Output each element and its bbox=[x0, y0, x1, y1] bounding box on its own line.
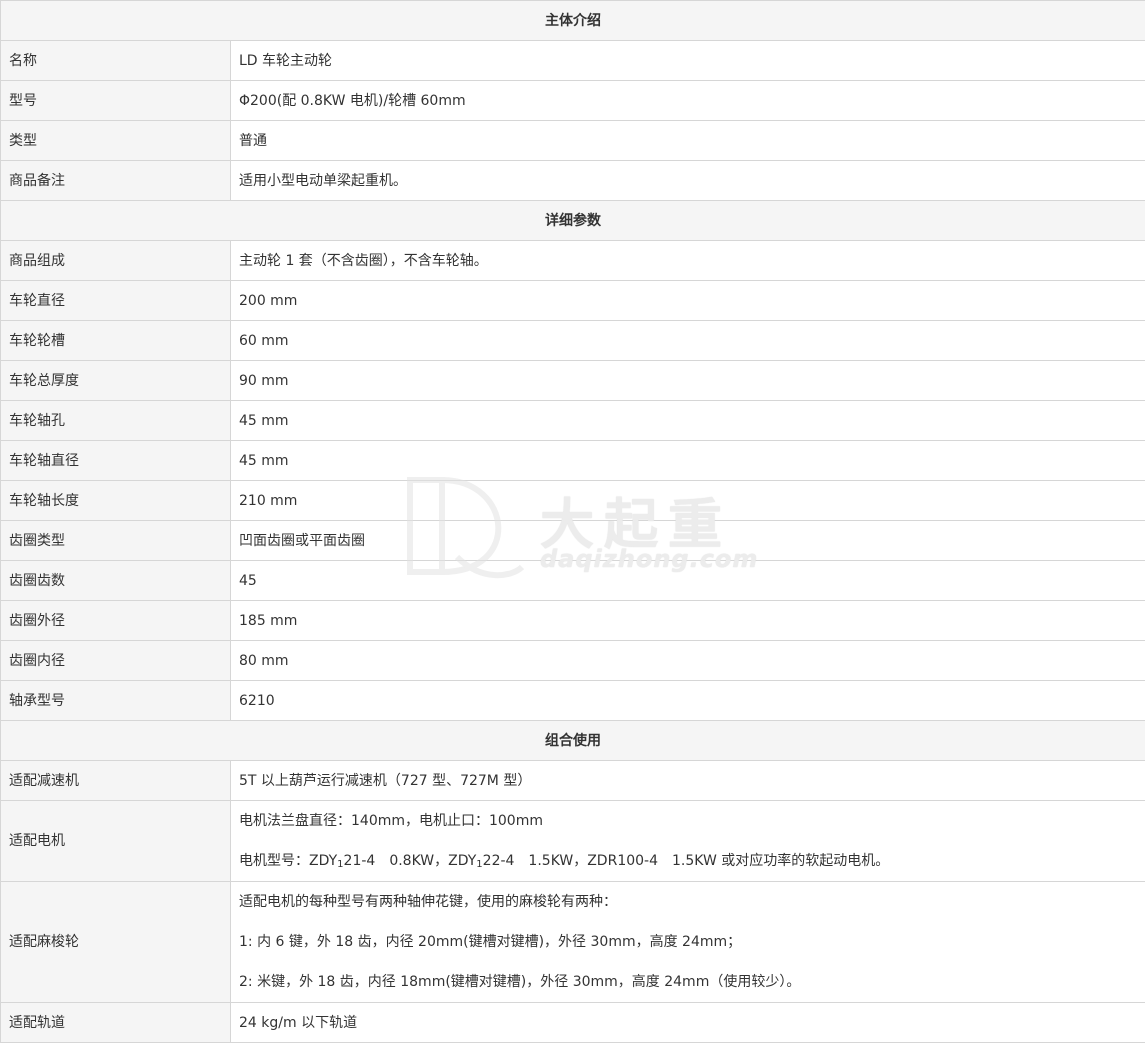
row-value: 6210 bbox=[230, 680, 1145, 721]
motor-model-prefix: 电机型号：ZDY bbox=[239, 853, 338, 869]
row-label: 车轮轴孔 bbox=[0, 400, 231, 441]
section-title: 主体介绍 bbox=[0, 0, 1145, 41]
table-row: 齿圈外径 185 mm bbox=[0, 600, 1145, 641]
pinion-intro-text: 适配电机的每种型号有两种轴伸花键，使用的麻梭轮有两种： bbox=[239, 894, 617, 910]
row-value: 90 mm bbox=[230, 360, 1145, 401]
row-label: 车轮总厚度 bbox=[0, 360, 231, 401]
motor-flange-text: 电机法兰盘直径：140mm，电机止口：100mm bbox=[239, 813, 543, 829]
watermark-domain: daqizhong.com bbox=[540, 545, 759, 573]
pinion-option-1: 1: 内 6 键，外 18 齿，内径 20mm(键槽对键槽)，外径 30mm，高… bbox=[239, 934, 742, 950]
row-label: 轴承型号 bbox=[0, 680, 231, 721]
table-row: 车轮总厚度 90 mm bbox=[0, 360, 1145, 401]
section-header: 组合使用 bbox=[0, 720, 1145, 761]
table-row: 车轮轮槽 60 mm bbox=[0, 320, 1145, 361]
row-label: 型号 bbox=[0, 80, 231, 121]
row-label: 车轮轮槽 bbox=[0, 320, 231, 361]
motor-model-text: 电机型号：ZDY121-4 0.8KW，ZDY122-4 1.5KW，ZDR10… bbox=[239, 841, 1137, 881]
motor-model-rest: 22-4 1.5KW，ZDR100-4 1.5KW 或对应功率的软起动电机。 bbox=[482, 853, 890, 869]
table-row: 名称 LD 车轮主动轮 bbox=[0, 40, 1145, 81]
row-value: 80 mm bbox=[230, 640, 1145, 681]
row-value: 24 kg/m 以下轨道 bbox=[230, 1002, 1145, 1043]
section-title: 组合使用 bbox=[0, 720, 1145, 761]
table-row: 商品备注 适用小型电动单梁起重机。 bbox=[0, 160, 1145, 201]
row-label: 名称 bbox=[0, 40, 231, 81]
row-value: Φ200(配 0.8KW 电机)/轮槽 60mm bbox=[230, 80, 1145, 121]
row-label: 适配减速机 bbox=[0, 760, 231, 801]
row-value: LD 车轮主动轮 bbox=[230, 40, 1145, 81]
table-row: 齿圈内径 80 mm bbox=[0, 640, 1145, 681]
row-value: 45 mm bbox=[230, 440, 1145, 481]
row-value: 主动轮 1 套（不含齿圈），不含车轮轴。 bbox=[230, 240, 1145, 281]
table-row: 型号 Φ200(配 0.8KW 电机)/轮槽 60mm bbox=[0, 80, 1145, 121]
table-row: 类型 普通 bbox=[0, 120, 1145, 161]
row-label: 商品备注 bbox=[0, 160, 231, 201]
pinion-option-2: 2: 米键，外 18 齿，内径 18mm(键槽对键槽)，外径 30mm，高度 2… bbox=[239, 974, 801, 990]
table-row: 轴承型号 6210 bbox=[0, 680, 1145, 721]
table-row: 车轮轴孔 45 mm bbox=[0, 400, 1145, 441]
row-label: 商品组成 bbox=[0, 240, 231, 281]
row-value: 普通 bbox=[230, 120, 1145, 161]
table-row-motor: 适配电机 电机法兰盘直径：140mm，电机止口：100mm 电机型号：ZDY12… bbox=[0, 800, 1145, 882]
table-row: 车轮轴直径 45 mm bbox=[0, 440, 1145, 481]
table-row: 适配轨道 24 kg/m 以下轨道 bbox=[0, 1002, 1145, 1043]
section-header: 详细参数 bbox=[0, 200, 1145, 241]
row-value: 45 mm bbox=[230, 400, 1145, 441]
row-label: 类型 bbox=[0, 120, 231, 161]
row-value: 60 mm bbox=[230, 320, 1145, 361]
row-value-pinion: 适配电机的每种型号有两种轴伸花键，使用的麻梭轮有两种： 1: 内 6 键，外 1… bbox=[230, 881, 1145, 1003]
row-label: 齿圈齿数 bbox=[0, 560, 231, 601]
row-value: 200 mm bbox=[230, 280, 1145, 321]
row-label: 适配电机 bbox=[0, 800, 231, 882]
row-value: 适用小型电动单梁起重机。 bbox=[230, 160, 1145, 201]
row-label: 车轮轴长度 bbox=[0, 480, 231, 521]
motor-model-mid: 21-4 0.8KW，ZDY bbox=[343, 853, 477, 869]
row-label: 齿圈类型 bbox=[0, 520, 231, 561]
section-title: 详细参数 bbox=[0, 200, 1145, 241]
table-row: 商品组成 主动轮 1 套（不含齿圈），不含车轮轴。 bbox=[0, 240, 1145, 281]
section-header: 主体介绍 bbox=[0, 0, 1145, 41]
row-label: 适配轨道 bbox=[0, 1002, 231, 1043]
row-label: 齿圈内径 bbox=[0, 640, 231, 681]
table-row: 适配减速机 5T 以上葫芦运行减速机（727 型、727M 型） bbox=[0, 760, 1145, 801]
row-value-motor: 电机法兰盘直径：140mm，电机止口：100mm 电机型号：ZDY121-4 0… bbox=[230, 800, 1145, 882]
row-label: 适配麻梭轮 bbox=[0, 881, 231, 1003]
row-label: 齿圈外径 bbox=[0, 600, 231, 641]
row-value: 5T 以上葫芦运行减速机（727 型、727M 型） bbox=[230, 760, 1145, 801]
table-row: 车轮直径 200 mm bbox=[0, 280, 1145, 321]
row-label: 车轮轴直径 bbox=[0, 440, 231, 481]
row-value: 185 mm bbox=[230, 600, 1145, 641]
table-row-pinion: 适配麻梭轮 适配电机的每种型号有两种轴伸花键，使用的麻梭轮有两种： 1: 内 6… bbox=[0, 881, 1145, 1003]
row-label: 车轮直径 bbox=[0, 280, 231, 321]
